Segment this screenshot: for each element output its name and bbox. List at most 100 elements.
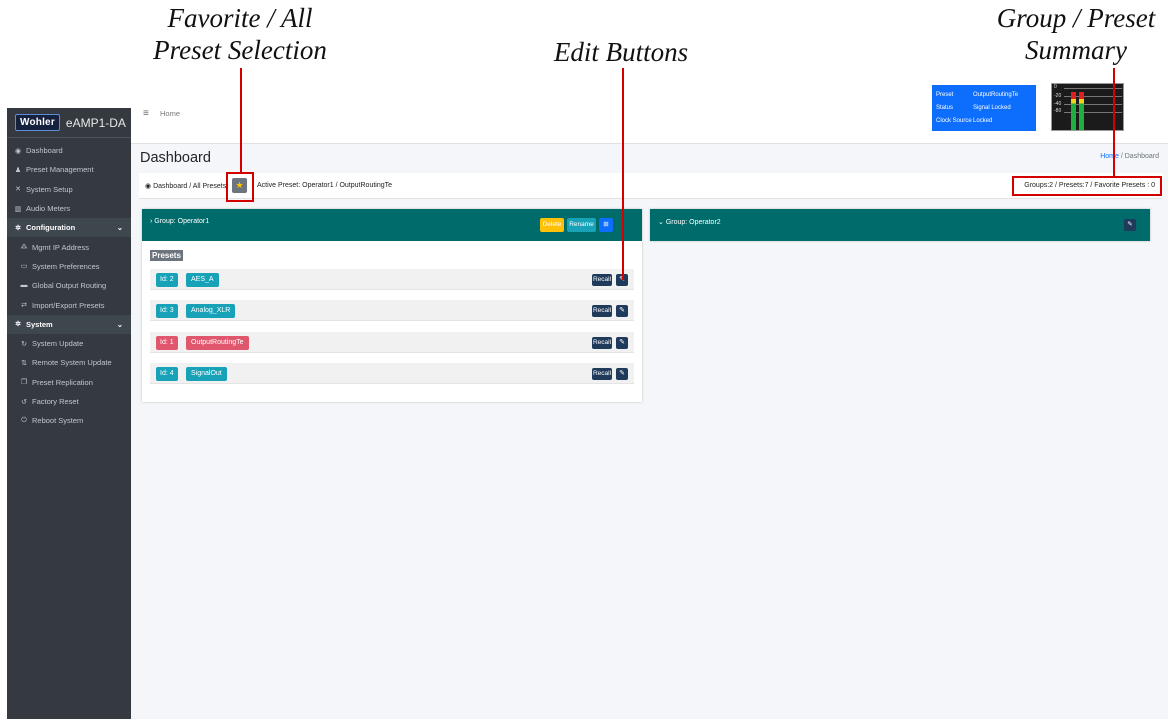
- annotation-favorite: Favorite / All Preset Selection: [150, 2, 330, 66]
- preset-id-badge: Id: 2: [156, 273, 178, 287]
- annotation-edit: Edit Buttons: [553, 37, 689, 67]
- sidebar-item-factory-reset[interactable]: ↺ Factory Reset: [7, 392, 131, 411]
- edit-group-button[interactable]: ✎: [1124, 219, 1136, 231]
- chart-icon: ▥: [14, 205, 22, 213]
- sidebar-item-mgmt-ip[interactable]: ⁂ Mgmt IP Address: [7, 237, 131, 256]
- rename-group-button[interactable]: Rename: [567, 218, 596, 232]
- edit-preset-button[interactable]: ✎: [616, 368, 628, 380]
- group-card-body: Presets Id: 2 AES_A Recall ✎ Id: 3 Analo…: [142, 241, 642, 402]
- sidebar-item-system-update[interactable]: ↻ System Update: [7, 334, 131, 353]
- preset-id-badge: Id: 4: [156, 367, 178, 381]
- sidebar-item-reboot-system[interactable]: ⏻ Reboot System: [7, 411, 131, 430]
- chevron-down-icon: ⌄: [116, 223, 123, 233]
- presets-heading: Presets: [150, 250, 183, 261]
- sidebar-item-audio-meters[interactable]: ▥ Audio Meters: [7, 199, 131, 218]
- breadcrumb-current: Dashboard: [1124, 153, 1159, 160]
- sidebar-item-label: Audio Meters: [26, 204, 71, 214]
- breadcrumb: Home / Dashboard: [1100, 153, 1159, 160]
- meter-label: -80: [1054, 108, 1062, 114]
- sidebar-section-system[interactable]: ✲ System ⌄: [7, 314, 131, 334]
- edit-preset-button[interactable]: ✎: [616, 305, 628, 317]
- group-card-header[interactable]: › Group: Operator1 Delete Rename ⊞: [142, 209, 642, 241]
- delete-group-button[interactable]: Delete: [540, 218, 564, 232]
- annotation-box-summary: [1012, 176, 1162, 196]
- group-title: › Group: Operator1: [150, 218, 209, 225]
- preset-id-badge: Id: 1: [156, 336, 178, 350]
- sidebar-item-preset-management[interactable]: ♟ Preset Management: [7, 160, 131, 179]
- sync-icon: ↻: [21, 340, 27, 348]
- top-navbar: ≡ Home Preset OutputRoutingTe Status Signa…: [131, 83, 1168, 144]
- annotation-box-favorite: [226, 172, 254, 202]
- edit-preset-button[interactable]: ✎: [616, 337, 628, 349]
- group-title-text: Group: Operator1: [154, 218, 210, 225]
- info-bar: ◉ Dashboard / All Presets ★ Active Prese…: [139, 173, 1163, 199]
- copy-icon: ❐: [20, 379, 28, 387]
- add-preset-button[interactable]: ⊞: [599, 218, 613, 232]
- active-preset-label: Active Preset: Operator1 / OutputRouting…: [257, 182, 393, 189]
- sidebar-item-remote-system-update[interactable]: ⇅ Remote System Update: [7, 353, 131, 372]
- sidebar-item-label: Dashboard: [26, 146, 63, 156]
- sidebar-item-label: System Preferences: [32, 261, 100, 271]
- power-icon: ⏻: [21, 416, 27, 424]
- annotation-summary: Group / Preset Summary: [978, 2, 1174, 66]
- status-status-value: Signal Locked: [973, 104, 1011, 111]
- edit-icon: ✎: [1127, 221, 1133, 228]
- network-icon: ⁂: [20, 244, 28, 252]
- preset-name-badge[interactable]: Analog_XLR: [186, 304, 236, 318]
- info-breadcrumb: ◉ Dashboard / All Presets: [145, 182, 226, 190]
- annotation-summary-line2: Summary: [1025, 35, 1127, 65]
- preset-name-badge[interactable]: SignalOut: [186, 367, 227, 381]
- group-card-operator1: › Group: Operator1 Delete Rename ⊞ Prese…: [142, 209, 642, 402]
- group-title-text: Group: Operator2: [665, 219, 721, 226]
- cogs-icon: ✲: [15, 321, 21, 329]
- preset-row[interactable]: Id: 3 Analog_XLR Recall ✎: [150, 300, 634, 321]
- tower-icon: ⇅: [21, 359, 27, 367]
- keyboard-icon: ▬: [20, 282, 28, 290]
- group-card-header[interactable]: ⌄ Group: Operator2 ✎: [650, 209, 1150, 241]
- preset-name-badge[interactable]: OutputRoutingTe: [186, 336, 249, 350]
- sidebar-item-label: Factory Reset: [32, 397, 79, 406]
- meter-bar-left: [1071, 92, 1076, 130]
- annotation-line-edit: [622, 68, 624, 280]
- sidebar-item-system-preferences[interactable]: ▭ System Preferences: [7, 257, 131, 276]
- main-content: Dashboard Home / Dashboard ◉ Dashboard /…: [131, 144, 1168, 719]
- dashboard-icon: ◉: [14, 147, 22, 155]
- cog-icon: ✲: [15, 224, 21, 232]
- sidebar-item-dashboard[interactable]: ◉ Dashboard: [7, 141, 131, 160]
- preset-row[interactable]: Id: 4 SignalOut Recall ✎: [150, 363, 634, 384]
- sidebar-item-system-setup[interactable]: ✕ System Setup: [7, 180, 131, 199]
- page-title: Dashboard: [140, 150, 211, 166]
- preset-row[interactable]: Id: 2 AES_A Recall ✎: [150, 269, 634, 290]
- sidebar-item-label: System Update: [32, 339, 84, 349]
- recall-button[interactable]: Recall: [592, 305, 612, 317]
- sidebar-item-label: Import/Export Presets: [32, 300, 105, 310]
- edit-icon: ✎: [619, 339, 625, 346]
- nav-home-link[interactable]: Home: [160, 109, 180, 118]
- recall-button[interactable]: Recall: [592, 274, 612, 286]
- recall-button[interactable]: Recall: [592, 337, 612, 349]
- info-breadcrumb-text: Dashboard / All Presets: [153, 183, 227, 190]
- breadcrumb-home-link[interactable]: Home: [1100, 153, 1119, 160]
- chevron-down-icon: ⌄: [658, 219, 666, 226]
- sidebar-section-label: Configuration: [26, 223, 76, 233]
- sidebar-item-label: Preset Management: [26, 165, 94, 175]
- meter-label: -20: [1054, 93, 1062, 99]
- group-card-operator2: ⌄ Group: Operator2 ✎: [650, 209, 1150, 241]
- undo-icon: ↺: [21, 398, 27, 406]
- recall-button[interactable]: Recall: [592, 368, 612, 380]
- meter-bar-right: [1079, 92, 1084, 130]
- annotation-line-favorite: [240, 68, 242, 174]
- status-preset-value: OutputRoutingTe: [973, 91, 1019, 98]
- sidebar-item-label: Reboot System: [32, 416, 84, 426]
- menu-toggle-icon[interactable]: ≡: [143, 108, 149, 119]
- sidebar-item-import-export[interactable]: ⇄ Import/Export Presets: [7, 295, 131, 314]
- preset-name-badge[interactable]: AES_A: [186, 273, 219, 287]
- sidebar-item-label: Remote System Update: [32, 358, 112, 368]
- annotation-summary-line1: Group / Preset: [996, 3, 1156, 33]
- preset-row-active[interactable]: Id: 1 OutputRoutingTe Recall ✎: [150, 332, 634, 353]
- sidebar-item-preset-replication[interactable]: ❐ Preset Replication: [7, 373, 131, 392]
- toggle-icon: ▭: [20, 263, 28, 271]
- sidebar-item-global-output-routing[interactable]: ▬ Global Output Routing: [7, 276, 131, 295]
- sidebar-section-configuration[interactable]: ✲ Configuration ⌄: [7, 218, 131, 238]
- brand[interactable]: Wohler eAMP1-DA: [7, 108, 131, 138]
